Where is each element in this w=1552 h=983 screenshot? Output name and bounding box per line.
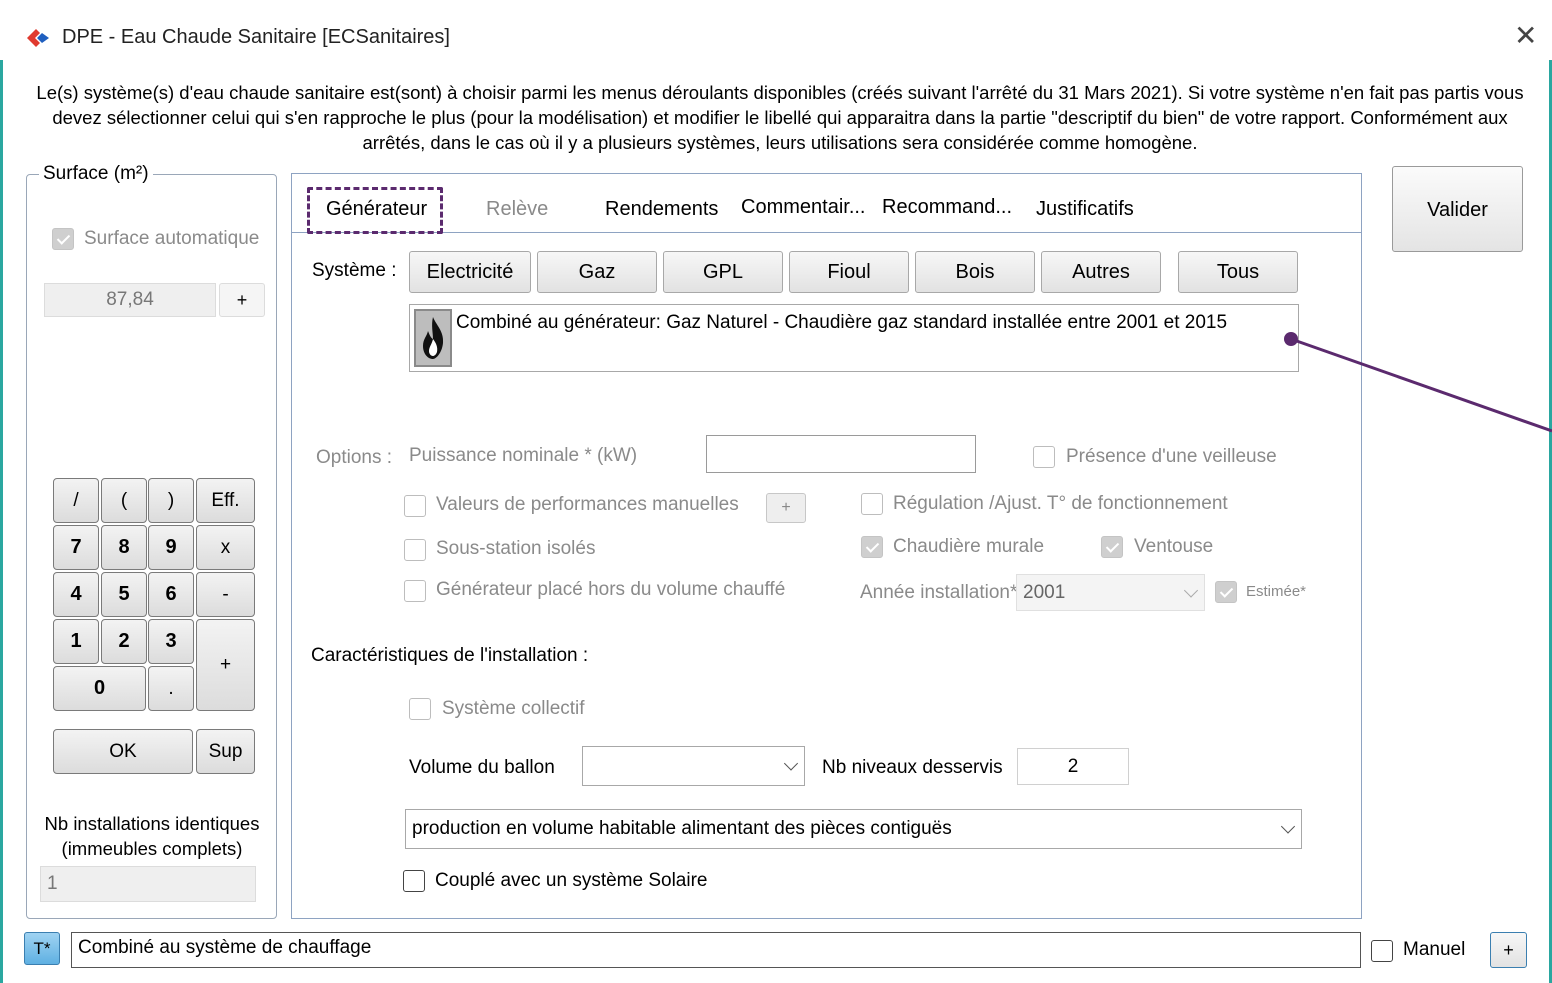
options-label: Options : xyxy=(316,447,393,468)
annee-select[interactable]: 2001 xyxy=(1016,574,1205,611)
keypad-6-button[interactable]: 6 xyxy=(148,572,194,617)
ventouse-label: Ventouse xyxy=(1134,536,1214,557)
keypad-0-button[interactable]: 0 xyxy=(53,666,146,711)
valider-button[interactable]: Valider xyxy=(1392,166,1523,252)
keypad-3-button[interactable]: 3 xyxy=(148,619,194,664)
chevron-down-icon xyxy=(1280,819,1296,834)
keypad-7-button[interactable]: 7 xyxy=(53,525,99,570)
sous-station-label: Sous-station isolés xyxy=(436,538,596,559)
surface-value-field[interactable]: 87,84 xyxy=(44,283,216,317)
bottom-plus-button[interactable]: + xyxy=(1490,932,1527,968)
systeme-autres-button[interactable]: Autres xyxy=(1041,251,1161,293)
keypad-multiply-button[interactable]: x xyxy=(196,525,255,570)
surface-plus-button[interactable]: + xyxy=(219,283,265,317)
keypad-divide-button[interactable]: / xyxy=(53,478,99,523)
manuel-checkbox[interactable] xyxy=(1371,940,1393,962)
chevron-down-icon xyxy=(1183,582,1199,598)
keypad-2-button[interactable]: 2 xyxy=(101,619,147,664)
installation-title: Caractéristiques de l'installation : xyxy=(311,645,589,666)
volume-ballon-label: Volume du ballon xyxy=(409,757,555,778)
tab-justificatifs[interactable]: Justificatifs xyxy=(1036,198,1134,221)
sous-station-checkbox[interactable] xyxy=(404,539,426,561)
keypad-dot-button[interactable]: . xyxy=(148,666,194,711)
systeme-selected-text: Combiné au générateur: Gaz Naturel - Cha… xyxy=(456,312,1228,333)
annotation-pointer xyxy=(1284,332,1552,433)
keypad-delete-button[interactable]: Sup xyxy=(196,729,255,774)
chevron-down-icon xyxy=(783,756,799,771)
systeme-tous-button[interactable]: Tous xyxy=(1178,251,1298,293)
systeme-label: Système : xyxy=(312,260,397,281)
surface-auto-label: Surface automatique xyxy=(84,228,260,249)
estimee-checkbox[interactable] xyxy=(1215,581,1237,603)
systeme-collectif-checkbox[interactable] xyxy=(409,698,431,720)
nb-niveaux-label: Nb niveaux desservis xyxy=(822,757,1003,778)
keypad-open-paren-button[interactable]: ( xyxy=(101,478,147,523)
keypad-plus-button[interactable]: + xyxy=(196,619,255,711)
puissance-label: Puissance nominale * (kW) xyxy=(409,445,638,466)
app-logo-icon xyxy=(27,29,49,47)
regulation-label: Régulation /Ajust. T° de fonctionnement xyxy=(893,493,1228,514)
libelle-input[interactable]: Combiné au système de chauffage xyxy=(71,932,1361,968)
nb-installations-label: Nb installations identiques (immeubles c… xyxy=(44,813,260,859)
volume-ballon-select[interactable] xyxy=(582,746,805,786)
keypad-4-button[interactable]: 4 xyxy=(53,572,99,617)
production-value: production en volume habitable alimentan… xyxy=(412,818,952,839)
t-star-button[interactable]: T* xyxy=(24,932,60,965)
surface-auto-checkbox[interactable] xyxy=(52,228,74,250)
solaire-checkbox[interactable] xyxy=(403,870,425,892)
production-select[interactable]: production en volume habitable alimentan… xyxy=(405,809,1302,849)
close-icon[interactable]: ✕ xyxy=(1514,22,1537,50)
puissance-input[interactable] xyxy=(706,435,976,473)
window-title: DPE - Eau Chaude Sanitaire [ECSanitaires… xyxy=(62,26,450,48)
keypad-ok-button[interactable]: OK xyxy=(53,729,193,774)
solaire-label: Couplé avec un système Solaire xyxy=(435,870,708,891)
hors-volume-checkbox[interactable] xyxy=(404,580,426,602)
description-text: Le(s) système(s) d'eau chaude sanitaire … xyxy=(36,82,1524,153)
tab-releve[interactable]: Relève xyxy=(486,198,548,221)
tab-rendements[interactable]: Rendements xyxy=(605,198,718,221)
estimee-label: Estimée* xyxy=(1246,583,1307,600)
veilleuse-label: Présence d'une veilleuse xyxy=(1066,446,1277,467)
keypad-close-paren-button[interactable]: ) xyxy=(148,478,194,523)
systeme-bois-button[interactable]: Bois xyxy=(915,251,1035,293)
perf-manuelles-label: Valeurs de performances manuelles xyxy=(436,494,739,515)
perf-manuelles-checkbox[interactable] xyxy=(404,495,426,517)
tab-generateur[interactable]: Générateur xyxy=(326,198,427,221)
perf-manuelles-plus-button[interactable]: + xyxy=(766,493,806,523)
regulation-checkbox[interactable] xyxy=(861,493,883,515)
keypad-1-button[interactable]: 1 xyxy=(53,619,99,664)
tab-commentaires[interactable]: Commentair... xyxy=(741,196,865,219)
annee-label: Année installation* xyxy=(860,582,1018,603)
systeme-gaz-button[interactable]: Gaz xyxy=(537,251,657,293)
flame-icon xyxy=(414,309,452,367)
systeme-electricite-button[interactable]: Electricité xyxy=(409,251,531,293)
hors-volume-label: Générateur placé hors du volume chauffé xyxy=(436,579,786,600)
surface-legend: Surface (m²) xyxy=(43,163,149,184)
keypad-clear-button[interactable]: Eff. xyxy=(196,478,255,523)
veilleuse-checkbox[interactable] xyxy=(1033,446,1055,468)
annee-value: 2001 xyxy=(1023,581,1066,603)
keypad-5-button[interactable]: 5 xyxy=(101,572,147,617)
keypad-9-button[interactable]: 9 xyxy=(148,525,194,570)
tab-recommandations[interactable]: Recommand... xyxy=(882,196,1012,219)
chaudiere-murale-checkbox[interactable] xyxy=(861,536,883,558)
chaudiere-murale-label: Chaudière murale xyxy=(893,536,1045,557)
systeme-gpl-button[interactable]: GPL xyxy=(663,251,783,293)
nb-niveaux-input[interactable]: 2 xyxy=(1017,748,1129,785)
keypad-8-button[interactable]: 8 xyxy=(101,525,147,570)
keypad-minus-button[interactable]: - xyxy=(196,572,255,617)
systeme-fioul-button[interactable]: Fioul xyxy=(789,251,909,293)
systeme-collectif-label: Système collectif xyxy=(442,698,585,719)
manuel-label: Manuel xyxy=(1403,939,1466,960)
tab-strip-divider xyxy=(292,232,1361,233)
ventouse-checkbox[interactable] xyxy=(1101,536,1123,558)
nb-installations-field[interactable]: 1 xyxy=(40,866,256,902)
